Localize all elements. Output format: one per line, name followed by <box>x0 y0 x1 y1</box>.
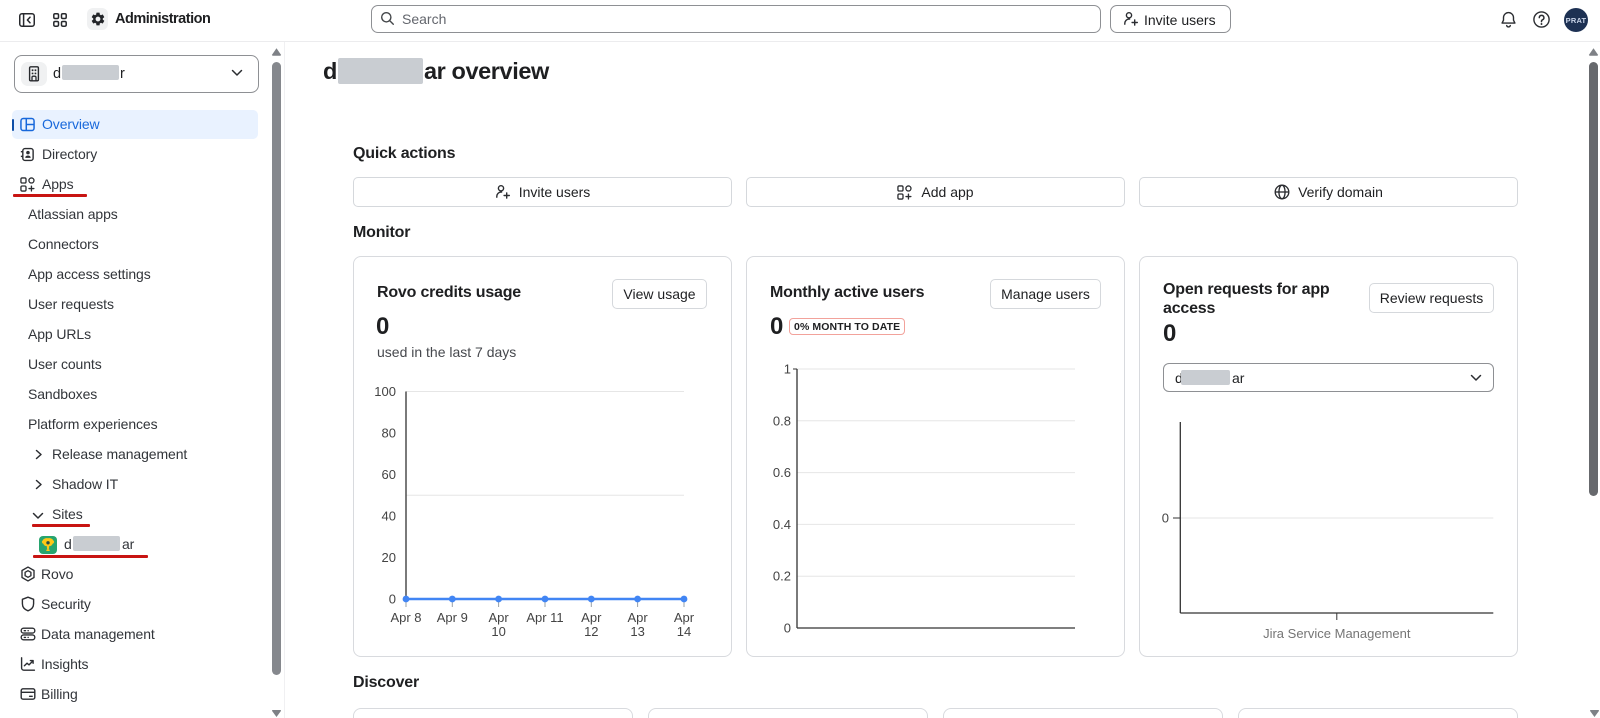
svg-text:Apr: Apr <box>488 610 509 625</box>
svg-text:Apr: Apr <box>674 610 695 625</box>
svg-text:10: 10 <box>491 624 505 639</box>
svg-text:13: 13 <box>630 624 644 639</box>
svg-text:100: 100 <box>374 384 396 399</box>
svg-text:1: 1 <box>784 362 791 377</box>
svg-text:0: 0 <box>784 621 791 636</box>
svg-text:0.4: 0.4 <box>773 517 791 532</box>
svg-text:0: 0 <box>1162 511 1169 526</box>
svg-text:12: 12 <box>584 624 598 639</box>
svg-text:20: 20 <box>382 550 396 565</box>
svg-text:40: 40 <box>382 509 396 524</box>
svg-text:60: 60 <box>382 467 396 482</box>
svg-text:0.2: 0.2 <box>773 569 791 584</box>
svg-text:0.8: 0.8 <box>773 413 791 428</box>
svg-text:Apr 9: Apr 9 <box>437 610 468 625</box>
svg-text:0.6: 0.6 <box>773 465 791 480</box>
svg-text:Apr 11: Apr 11 <box>526 610 563 625</box>
svg-text:Jira Service Management: Jira Service Management <box>1263 626 1411 641</box>
svg-text:0: 0 <box>389 592 396 607</box>
svg-text:Apr: Apr <box>627 610 648 625</box>
svg-text:Apr 8: Apr 8 <box>390 610 421 625</box>
svg-text:80: 80 <box>382 426 396 441</box>
svg-text:14: 14 <box>677 624 691 639</box>
svg-text:Apr: Apr <box>581 610 602 625</box>
